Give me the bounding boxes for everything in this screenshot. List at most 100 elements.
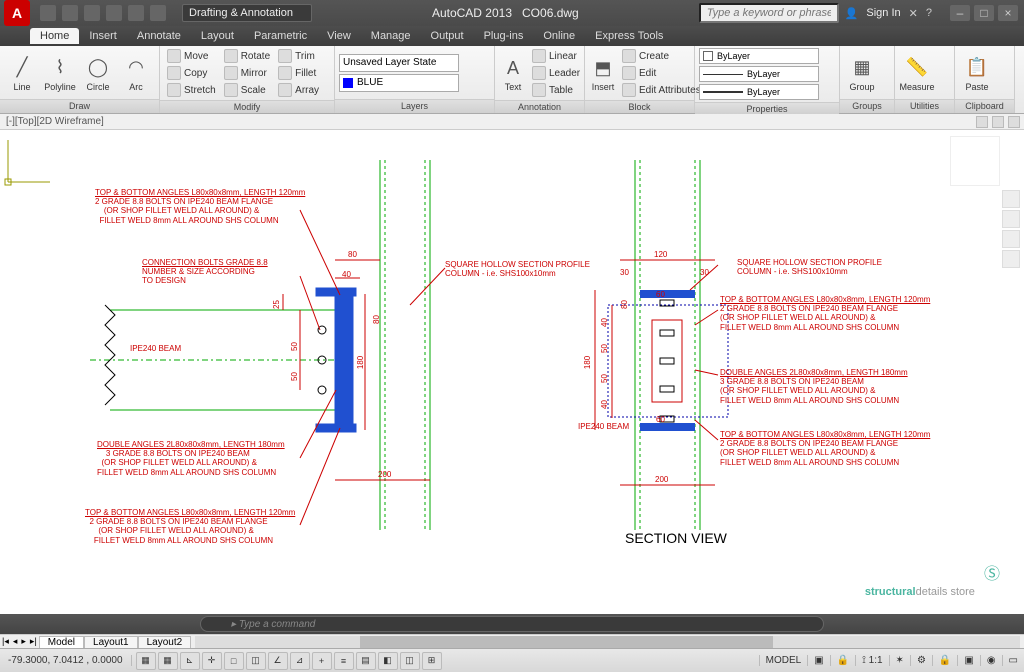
drawing-canvas[interactable]: TOP & BOTTOM ANGLES L80x80x8mm, LENGTH 1… (0, 130, 1024, 614)
status-annoscale-icon[interactable]: 🔒 (830, 655, 855, 666)
mirror-button[interactable]: Mirror (221, 65, 273, 81)
leader-button[interactable]: Leader (529, 65, 583, 81)
tab-layout[interactable]: Layout (191, 28, 244, 44)
editattr-button[interactable]: Edit Attributes (619, 82, 704, 98)
scale-button[interactable]: Scale (221, 82, 273, 98)
table-button[interactable]: Table (529, 82, 583, 98)
close-button[interactable]: × (998, 5, 1018, 21)
group-button[interactable]: ▦Group (844, 54, 880, 92)
tab-layout2[interactable]: Layout2 (138, 636, 192, 648)
edit-button[interactable]: Edit (619, 65, 704, 81)
sign-in-button[interactable]: Sign In (866, 7, 900, 19)
redo-icon[interactable] (150, 5, 166, 21)
help-icon[interactable]: ? (926, 7, 932, 19)
otrack-button[interactable]: ∠ (268, 652, 288, 670)
tab-manage[interactable]: Manage (361, 28, 421, 44)
trim-button[interactable]: Trim (275, 48, 322, 64)
ducs-button[interactable]: ⊿ (290, 652, 310, 670)
create-button[interactable]: Create (619, 48, 704, 64)
fillet-button[interactable]: Fillet (275, 65, 322, 81)
lwt-button[interactable]: ≡ (334, 652, 354, 670)
qp-button[interactable]: ◧ (378, 652, 398, 670)
status-cleanscreen-icon[interactable]: ▭ (1002, 655, 1024, 666)
plot-icon[interactable] (106, 5, 122, 21)
rotate-button[interactable]: Rotate (221, 48, 273, 64)
tpy-button[interactable]: ▤ (356, 652, 376, 670)
horizontal-scrollbar[interactable] (195, 636, 1020, 648)
status-hwaccel-icon[interactable]: ▣ (957, 655, 979, 666)
minimize-button[interactable]: ‒ (950, 5, 970, 21)
tab-online[interactable]: Online (533, 28, 585, 44)
lineweight-icon (703, 91, 743, 93)
tab-nav-last[interactable]: ▸| (28, 636, 39, 647)
measure-button[interactable]: 📏Measure (899, 54, 935, 92)
new-icon[interactable] (40, 5, 56, 21)
tab-nav-prev[interactable]: ◂ (11, 636, 20, 647)
tab-annotate[interactable]: Annotate (127, 28, 191, 44)
array-button[interactable]: Array (275, 82, 322, 98)
vp-close-icon[interactable] (1008, 116, 1020, 128)
vp-min-icon[interactable] (976, 116, 988, 128)
arc-button[interactable]: ◠Arc (118, 54, 154, 92)
open-icon[interactable] (62, 5, 78, 21)
tab-expresstools[interactable]: Express Tools (585, 28, 673, 44)
grid-button[interactable]: ▦ (158, 652, 178, 670)
polar-button[interactable]: ✛ (202, 652, 222, 670)
move-button[interactable]: Move (164, 48, 219, 64)
exchange-icon[interactable]: ✕ (909, 7, 918, 20)
3dosnap-button[interactable]: ◫ (246, 652, 266, 670)
tab-insert[interactable]: Insert (79, 28, 127, 44)
scale-icon (224, 83, 238, 97)
app-logo[interactable]: A (4, 0, 30, 26)
insert-button[interactable]: ⬒Insert (589, 54, 617, 92)
snap-button[interactable]: ▦ (136, 652, 156, 670)
save-icon[interactable] (84, 5, 100, 21)
status-ws-icon[interactable]: ⚙ (910, 655, 932, 666)
viewport-label[interactable]: [-][Top][2D Wireframe] (6, 116, 104, 127)
tab-model[interactable]: Model (39, 636, 84, 648)
status-model[interactable]: MODEL (759, 655, 808, 666)
tab-plugins[interactable]: Plug-ins (474, 28, 534, 44)
linetype-bylayer-dropdown[interactable]: ByLayer (699, 66, 819, 82)
command-input[interactable]: ▸ Type a command (200, 616, 824, 632)
panel-modify-label: Modify (160, 100, 334, 113)
tab-nav-next[interactable]: ▸ (19, 636, 28, 647)
copy-button[interactable]: Copy (164, 65, 219, 81)
lineweight-bylayer-dropdown[interactable]: ByLayer (699, 84, 819, 100)
line-button[interactable]: ╱Line (4, 54, 40, 92)
undo-icon[interactable] (128, 5, 144, 21)
text-button[interactable]: AText (499, 54, 527, 92)
am-button[interactable]: ⊞ (422, 652, 442, 670)
polyline-button[interactable]: ⌇Polyline (42, 54, 78, 92)
tab-view[interactable]: View (317, 28, 361, 44)
workspace-switcher[interactable]: Drafting & Annotation (182, 4, 312, 22)
tab-output[interactable]: Output (421, 28, 474, 44)
status-coords: -79.3000, 7.0412 , 0.0000 (0, 655, 132, 666)
user-icon[interactable]: 👤 (845, 7, 859, 20)
status-modelspace-icon[interactable]: ▣ (807, 655, 829, 666)
tab-home[interactable]: Home (30, 28, 79, 44)
maximize-button[interactable]: □ (974, 5, 994, 21)
scrollbar-thumb[interactable] (360, 636, 772, 648)
status-scale[interactable]: ⟟ 1:1 (855, 655, 888, 666)
paste-button[interactable]: 📋Paste (959, 54, 995, 92)
linear-button[interactable]: Linear (529, 48, 583, 64)
color-bylayer-dropdown[interactable]: ByLayer (699, 48, 819, 64)
tab-nav-first[interactable]: |◂ (0, 636, 11, 647)
ortho-button[interactable]: ⊾ (180, 652, 200, 670)
dyn-button[interactable]: + (312, 652, 332, 670)
status-isolate-icon[interactable]: ◉ (980, 655, 1002, 666)
status-annovis-icon[interactable]: ✶ (889, 655, 910, 666)
status-lock-icon[interactable]: 🔒 (932, 655, 957, 666)
circle-button[interactable]: ◯Circle (80, 54, 116, 92)
move-icon (167, 49, 181, 63)
layer-state-dropdown[interactable]: Unsaved Layer State (339, 54, 459, 72)
stretch-button[interactable]: Stretch (164, 82, 219, 98)
tab-parametric[interactable]: Parametric (244, 28, 317, 44)
tab-layout1[interactable]: Layout1 (84, 636, 138, 648)
sc-button[interactable]: ◫ (400, 652, 420, 670)
vp-max-icon[interactable] (992, 116, 1004, 128)
osnap-button[interactable]: □ (224, 652, 244, 670)
layer-current-dropdown[interactable]: BLUE (339, 74, 459, 92)
help-search-input[interactable] (699, 3, 839, 23)
